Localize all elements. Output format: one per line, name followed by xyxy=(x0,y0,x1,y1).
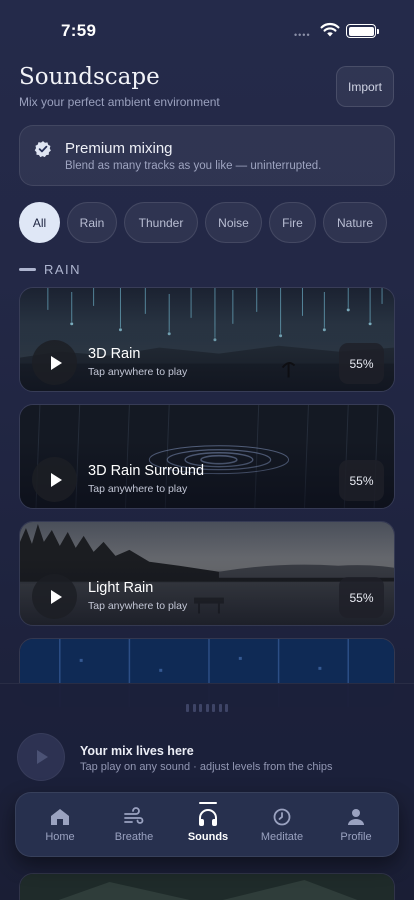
chip-fire[interactable]: Fire xyxy=(269,202,316,243)
sound-name: 3D Rain xyxy=(88,346,141,362)
sound-card-3d-rain[interactable]: 3D Rain Tap anywhere to play 55% xyxy=(19,287,395,392)
volume-level-badge[interactable]: 55% xyxy=(339,577,384,618)
battery-icon xyxy=(346,24,379,38)
status-bar: 7:59 •••• xyxy=(0,0,414,56)
volume-level-badge[interactable]: 55% xyxy=(339,460,384,501)
sound-name: 3D Rain Surround xyxy=(88,463,205,479)
signal-dots-icon: •••• xyxy=(294,30,311,40)
mini-player[interactable]: Your mix lives here Tap play on any soun… xyxy=(0,683,414,793)
person-icon xyxy=(348,809,364,825)
play-button[interactable] xyxy=(32,457,77,502)
tab-meditate[interactable]: Meditate xyxy=(244,793,320,858)
tab-label: Profile xyxy=(340,831,372,843)
play-icon xyxy=(37,750,48,764)
section-header-rain: RAIN xyxy=(19,262,81,277)
verified-badge-icon xyxy=(34,141,51,158)
mini-play-button[interactable] xyxy=(17,733,65,781)
section-label: RAIN xyxy=(44,262,82,277)
chip-thunder[interactable]: Thunder xyxy=(124,202,198,243)
mini-player-subtitle: Tap play on any sound · adjust levels fr… xyxy=(80,761,333,773)
tab-profile[interactable]: Profile xyxy=(318,793,394,858)
tab-sounds[interactable]: Sounds xyxy=(170,793,246,858)
drag-handle[interactable] xyxy=(186,704,228,712)
sound-name: Light Rain xyxy=(88,580,154,596)
sound-hint: Tap anywhere to play xyxy=(88,600,188,612)
mini-player-title: Your mix lives here xyxy=(80,744,194,758)
tent-artwork-image xyxy=(20,874,394,900)
sound-hint: Tap anywhere to play xyxy=(88,483,188,495)
play-icon xyxy=(50,589,62,604)
premium-description: Blend as many tracks as you like — unint… xyxy=(65,160,322,172)
sound-card-light-rain[interactable]: Light Rain Tap anywhere to play 55% xyxy=(19,521,395,626)
active-tab-indicator xyxy=(199,802,217,804)
tab-breathe[interactable]: Breathe xyxy=(96,793,172,858)
play-button[interactable] xyxy=(32,340,77,385)
tab-label: Home xyxy=(45,831,75,843)
chip-noise[interactable]: Noise xyxy=(205,202,262,243)
import-button[interactable]: Import xyxy=(336,66,394,107)
chip-all[interactable]: All xyxy=(19,202,60,243)
status-time: 7:59 xyxy=(61,21,97,40)
sound-card-3d-rain-surround[interactable]: 3D Rain Surround Tap anywhere to play 55… xyxy=(19,404,395,509)
page-title: Soundscape xyxy=(19,64,160,90)
wifi-icon xyxy=(320,22,340,37)
page-subtitle: Mix your perfect ambient environment xyxy=(19,95,220,109)
chip-nature[interactable]: Nature xyxy=(323,202,387,243)
tab-label: Sounds xyxy=(187,831,229,843)
section-dash xyxy=(19,268,36,271)
tab-home[interactable]: Home xyxy=(22,793,98,858)
volume-level-badge[interactable]: 55% xyxy=(339,343,384,384)
tab-label: Meditate xyxy=(260,831,304,843)
play-icon xyxy=(50,355,62,370)
chip-rain[interactable]: Rain xyxy=(67,202,117,243)
headphones-icon xyxy=(199,809,217,826)
premium-title: Premium mixing xyxy=(65,140,173,157)
sound-hint: Tap anywhere to play xyxy=(88,366,188,378)
play-icon xyxy=(50,472,62,487)
tab-label: Breathe xyxy=(114,831,154,843)
play-button[interactable] xyxy=(32,574,77,619)
sound-card-partial-bottom[interactable] xyxy=(19,873,395,900)
home-icon xyxy=(51,809,69,825)
bottom-tab-bar: Home Breathe Sounds Meditate Profile xyxy=(15,792,399,857)
premium-mixing-card[interactable]: Premium mixing Blend as many tracks as y… xyxy=(19,125,395,186)
clock-icon xyxy=(273,808,291,826)
wind-icon xyxy=(124,807,144,824)
